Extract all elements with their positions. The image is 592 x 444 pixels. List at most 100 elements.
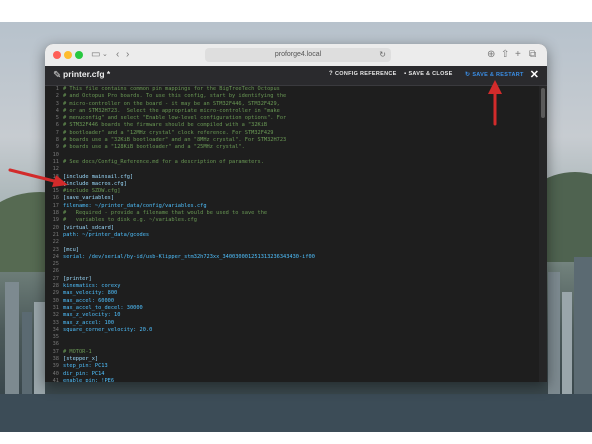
code-line[interactable]: 2 # and Octopus Pro boards. To use this c… — [45, 93, 539, 100]
code-line[interactable]: 40 dir_pin: PC14 — [45, 371, 539, 378]
line-text: # Required - provide a filename that wou… — [63, 210, 268, 217]
code-line[interactable]: 8 # boards use a "32KiB bootloader" and a… — [45, 137, 539, 144]
save-close-label: SAVE & CLOSE — [408, 71, 453, 77]
browser-window: ▭ ⌄ ‹ › proforge4.local ↻ ⊕ ⇧ + ⧉ ✎ prin… — [45, 44, 547, 382]
save-close-button[interactable]: ▪ SAVE & CLOSE — [404, 71, 453, 77]
code-line[interactable]: 36 — [45, 341, 539, 348]
code-editor[interactable]: 1 # This file contains common pin mapping… — [45, 86, 539, 382]
line-text: [include macros.cfg] — [63, 180, 127, 187]
code-line[interactable]: 31 max_accel_to_decel: 30000 — [45, 305, 539, 312]
line-text: # variables to disk e.g. ~/variables.cfg — [63, 217, 197, 224]
line-number: 34 — [52, 326, 59, 333]
line-number: 33 — [52, 319, 59, 326]
share-icon[interactable]: ⇧ — [501, 48, 509, 62]
code-line[interactable]: 6 # STM32F446 boards the firmware should … — [45, 122, 539, 129]
line-text: # micro-controller on the board - it may… — [63, 100, 280, 107]
line-text: enable_pin: !PE6 — [63, 377, 115, 382]
reload-icon[interactable]: ↻ — [379, 48, 386, 62]
download-icon[interactable]: ⊕ — [487, 48, 495, 62]
code-line[interactable]: 15 #include SZDW.cfg] — [45, 188, 539, 195]
code-line[interactable]: 26 — [45, 268, 539, 275]
line-number: 39 — [52, 363, 59, 370]
line-text: max_velocity: 800 — [63, 290, 118, 297]
code-line[interactable]: 35 — [45, 334, 539, 341]
code-line[interactable]: 19 # variables to disk e.g. ~/variables.c… — [45, 217, 539, 224]
code-line[interactable]: 28 kinematics: corexy — [45, 283, 539, 290]
line-text: # MOTOR-1 — [63, 348, 92, 355]
code-line[interactable]: 5 # menuconfig" and select "Enable low-le… — [45, 115, 539, 122]
code-line[interactable]: 16 [save_variables] — [45, 195, 539, 202]
save-restart-button[interactable]: ↻ SAVE & RESTART — [465, 71, 524, 78]
line-text: [mcu] — [63, 246, 79, 253]
line-text: # This file contains common pin mappings… — [63, 86, 280, 92]
line-text: max_accel_to_decel: 30000 — [63, 304, 143, 311]
code-line[interactable]: 30 max_accel: 60000 — [45, 298, 539, 305]
code-line[interactable]: 13[include mainsail.cfg] — [45, 174, 539, 181]
line-text: # See docs/Config_Reference.md for a des… — [63, 158, 264, 165]
line-text: # boards use a "128KiB bootloader" and a… — [63, 144, 245, 151]
line-text: # boards use a "32KiB bootloader" and an… — [63, 137, 287, 144]
line-number: 36 — [52, 341, 59, 348]
close-editor-button[interactable]: ✕ — [530, 68, 539, 81]
back-icon[interactable]: ‹ — [116, 48, 119, 62]
code-line[interactable]: 27 [printer] — [45, 276, 539, 283]
scrollbar-thumb[interactable] — [541, 88, 545, 118]
line-number: 40 — [52, 370, 59, 377]
line-number: 19 — [52, 217, 59, 224]
code-line[interactable]: 7 # bootloader" and a "12MHz crystal" clo… — [45, 130, 539, 137]
line-number: 22 — [52, 239, 59, 246]
line-number: 16 — [52, 195, 59, 202]
code-line[interactable]: 10 — [45, 152, 539, 159]
code-line[interactable]: 3 # micro-controller on the board - it ma… — [45, 101, 539, 108]
code-line[interactable]: 17 filename: ~/printer_data/config/variab… — [45, 203, 539, 210]
line-number: 7 — [55, 129, 59, 136]
line-text: [include mainsail.cfg] — [63, 173, 134, 180]
line-text: # STM32F446 boards the firmware should b… — [63, 122, 268, 129]
line-text: serial: /dev/serial/by-id/usb-Klipper_st… — [63, 253, 315, 260]
code-line[interactable]: 4 # or an STM32H723. Select the appropria… — [45, 108, 539, 115]
code-line[interactable]: 39 step_pin: PC13 — [45, 363, 539, 370]
editor-scrollbar[interactable] — [539, 86, 547, 382]
code-line[interactable]: 33 max_z_accel: 100 — [45, 320, 539, 327]
code-line[interactable]: 34 square_corner_velocity: 20.0 — [45, 327, 539, 334]
line-number: 24 — [52, 253, 59, 260]
code-line[interactable]: 22 — [45, 239, 539, 246]
code-line[interactable]: 1 # This file contains common pin mapping… — [45, 86, 539, 93]
address-bar[interactable]: proforge4.local ↻ — [205, 48, 391, 62]
file-title: printer.cfg * — [63, 69, 111, 79]
code-line[interactable]: 21 path: ~/printer_data/gcodes — [45, 232, 539, 239]
tab-overview-icon[interactable]: ⧉ — [529, 48, 536, 62]
code-line[interactable]: 23 [mcu] — [45, 247, 539, 254]
code-line[interactable]: 38 [stepper_x] — [45, 356, 539, 363]
code-line[interactable]: 25 — [45, 261, 539, 268]
code-line[interactable]: 32 max_z_velocity: 10 — [45, 312, 539, 319]
new-tab-icon[interactable]: + — [515, 48, 521, 62]
restart-icon: ↻ — [465, 72, 471, 78]
code-line[interactable]: 37 # MOTOR-1 — [45, 349, 539, 356]
line-text: path: ~/printer_data/gcodes — [63, 231, 150, 238]
code-line[interactable]: 20 [virtual_sdcard] — [45, 225, 539, 232]
code-line[interactable]: 41 enable_pin: !PE6 — [45, 378, 539, 382]
line-text: [save_variables] — [63, 195, 115, 202]
line-number: 8 — [55, 137, 59, 144]
line-number: 26 — [52, 268, 59, 275]
config-reference-button[interactable]: ? CONFIG REFERENCE — [329, 71, 397, 77]
sidebar-icon[interactable]: ▭ — [91, 48, 100, 62]
zoom-window-button[interactable] — [75, 51, 83, 59]
code-line[interactable]: 24 serial: /dev/serial/by-id/usb-Klipper_… — [45, 254, 539, 261]
chevron-down-icon[interactable]: ⌄ — [102, 48, 108, 62]
close-window-button[interactable] — [53, 51, 61, 59]
line-number: 38 — [52, 355, 59, 362]
code-line[interactable]: 18 # Required - provide a filename that w… — [45, 210, 539, 217]
line-text: max_z_velocity: 10 — [63, 312, 121, 319]
minimize-window-button[interactable] — [64, 51, 72, 59]
code-line[interactable]: 29 max_velocity: 800 — [45, 290, 539, 297]
code-line[interactable]: 9 # boards use a "128KiB bootloader" and … — [45, 144, 539, 151]
forward-icon[interactable]: › — [126, 48, 129, 62]
code-line[interactable]: 14[include macros.cfg] — [45, 181, 539, 188]
code-line[interactable]: 12 — [45, 166, 539, 173]
code-line[interactable]: 11 # See docs/Config_Reference.md for a d… — [45, 159, 539, 166]
line-text: # or an STM32H723. Select the appropriat… — [63, 107, 280, 114]
line-number: 1 — [55, 86, 59, 92]
line-number: 28 — [52, 283, 59, 290]
